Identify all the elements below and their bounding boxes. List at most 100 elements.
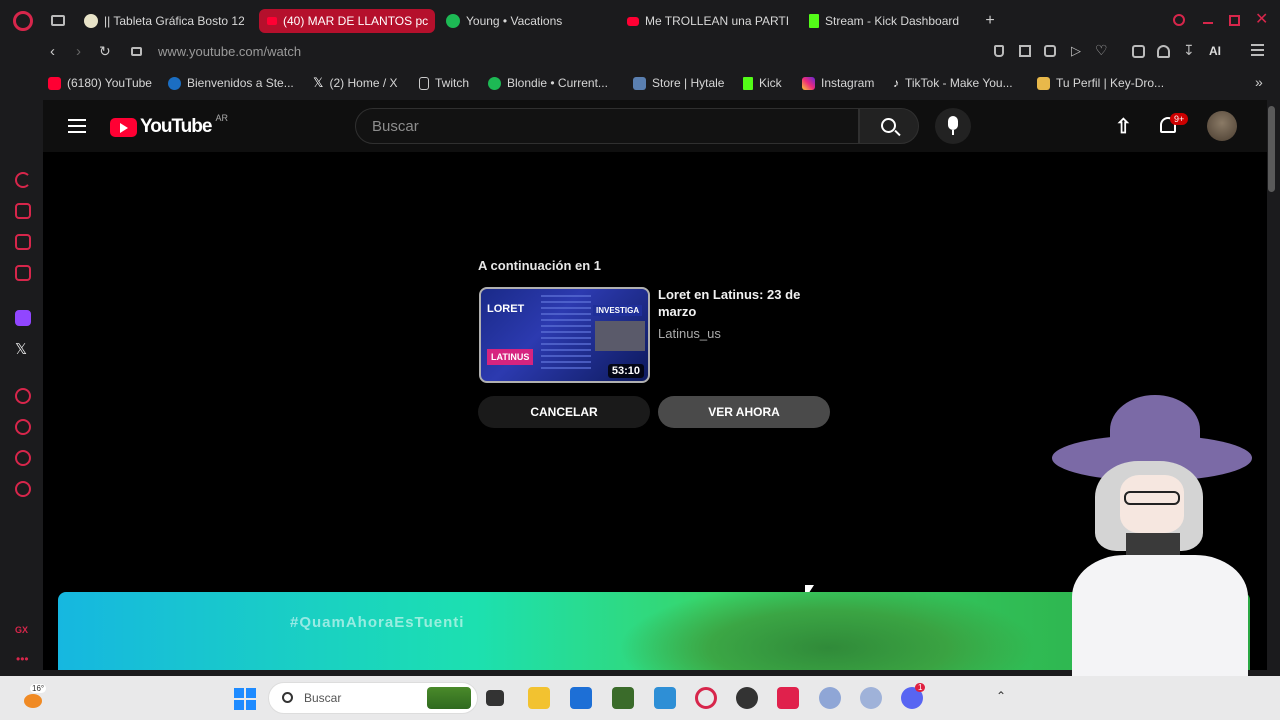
- messenger-icon[interactable]: [15, 265, 31, 281]
- windows-start-icon[interactable]: [234, 688, 256, 710]
- bookmark-steam[interactable]: Bienvenidos a Ste...: [168, 70, 294, 96]
- tab-kick[interactable]: Stream - Kick Dashboard: [809, 9, 969, 33]
- adblock-icon[interactable]: [1044, 45, 1056, 57]
- glasses-icon: [1124, 491, 1180, 505]
- hamburger-menu-icon[interactable]: [68, 119, 86, 121]
- extensions-sidebar-icon[interactable]: [15, 450, 31, 466]
- url-field[interactable]: www.youtube.com/watch: [158, 44, 301, 59]
- bookmark-tiktok[interactable]: ♪ TikTok - Make You...: [893, 70, 1013, 96]
- bookmark-hytale[interactable]: Store | Hytale: [633, 70, 724, 96]
- up-next-video-title[interactable]: Loret en Latinus: 23 de marzo: [658, 286, 808, 320]
- app-icon-2[interactable]: [860, 687, 882, 709]
- search-tabs-icon[interactable]: [1173, 14, 1185, 26]
- tab-youtube-active[interactable]: (40) MAR DE LLANTOS pc: [259, 9, 435, 33]
- minimize-icon[interactable]: [1203, 22, 1213, 24]
- tab-list-icon[interactable]: [51, 15, 65, 26]
- more-bookmarks-icon[interactable]: »: [1255, 74, 1263, 90]
- avatar[interactable]: [1207, 111, 1237, 141]
- new-tab-button[interactable]: +: [982, 13, 998, 29]
- favorite-heart-icon[interactable]: ♡: [1095, 42, 1108, 59]
- search-button[interactable]: [859, 108, 919, 144]
- aria-ai-button[interactable]: AI: [1209, 44, 1221, 58]
- taskbar-search-input[interactable]: Buscar: [268, 682, 478, 714]
- tray-expand-icon[interactable]: ⌃: [996, 689, 1006, 703]
- account-icon[interactable]: [1157, 45, 1170, 58]
- tab-youtube-2[interactable]: Me TROLLEAN una PARTI: [627, 9, 795, 33]
- player-icon[interactable]: ▷: [1071, 43, 1081, 59]
- task-view-icon[interactable]: [486, 690, 504, 706]
- avatar-body: [1072, 555, 1248, 695]
- up-next-thumbnail[interactable]: LORET INVESTIGA LATINUS 53:10: [479, 287, 650, 383]
- steam-favicon-icon: [168, 76, 181, 90]
- bookmark-x[interactable]: 𝕏 (2) Home / X: [313, 70, 398, 96]
- opera-gx-taskbar-icon[interactable]: [695, 687, 717, 709]
- tab-label: (40) MAR DE LLANTOS pc: [283, 14, 429, 28]
- history-sidebar-icon[interactable]: [15, 419, 31, 435]
- browser-tab-bar: || Tableta Gráfica Bosto 12 (40) MAR DE …: [0, 0, 1280, 40]
- back-icon[interactable]: ‹: [50, 43, 55, 60]
- extensions-icon[interactable]: [1132, 45, 1145, 58]
- bookmark-twitch[interactable]: Twitch: [419, 70, 469, 96]
- maximize-icon[interactable]: [1229, 15, 1240, 26]
- page-icon: [419, 76, 429, 90]
- bookmark-spotify[interactable]: Blondie • Current...: [488, 70, 608, 96]
- bookmark-label: Instagram: [821, 76, 875, 90]
- tab-spotify[interactable]: Young • Vacations: [446, 9, 616, 33]
- up-next-channel[interactable]: Latinus_us: [658, 326, 721, 341]
- lock-icon: [131, 47, 142, 56]
- twitch-sidebar-icon[interactable]: [15, 310, 31, 326]
- bookmark-instagram[interactable]: Instagram: [802, 70, 874, 96]
- download-icon[interactable]: ↧: [1183, 42, 1195, 59]
- up-next-label: A continuación en 1: [478, 258, 602, 273]
- settings-sidebar-icon[interactable]: [15, 481, 31, 497]
- opera-gx-logo-icon[interactable]: [13, 11, 33, 31]
- photos-icon[interactable]: [654, 687, 676, 709]
- tiktok-favicon-icon: ♪: [893, 76, 899, 90]
- app-icon-1[interactable]: [819, 687, 841, 709]
- witch-hat-crown: [1110, 395, 1200, 465]
- forward-icon[interactable]: ›: [76, 43, 81, 60]
- bookmark-kick[interactable]: Kick: [743, 70, 782, 96]
- minecraft-icon[interactable]: [612, 687, 634, 709]
- watch-now-button[interactable]: VER AHORA: [658, 396, 830, 428]
- tiktok-taskbar-icon[interactable]: [777, 687, 799, 709]
- menu-icon[interactable]: [1251, 44, 1264, 46]
- bookmarks-bar: (6180) YouTube Bienvenidos a Ste... 𝕏 (2…: [0, 70, 1280, 96]
- snapshot-icon[interactable]: [1019, 45, 1031, 57]
- voice-search-button[interactable]: [935, 108, 971, 144]
- kick-favicon-icon: [743, 76, 753, 90]
- bookmark-label: TikTok - Make You...: [905, 76, 1013, 90]
- x-sidebar-icon[interactable]: 𝕏: [15, 340, 27, 358]
- weather-widget[interactable]: 16°: [20, 684, 47, 710]
- tab-label: Stream - Kick Dashboard: [825, 14, 960, 28]
- instagram-favicon-icon: [802, 76, 815, 90]
- obs-icon[interactable]: [736, 687, 758, 709]
- pin-icon[interactable]: [994, 45, 1004, 57]
- reload-icon[interactable]: ↻: [99, 43, 111, 60]
- bookmark-label: Twitch: [435, 76, 470, 90]
- tab-tableta[interactable]: || Tableta Gráfica Bosto 12: [84, 9, 244, 33]
- player-sidebar-icon[interactable]: [15, 388, 31, 404]
- speed-dial-icon[interactable]: [15, 172, 31, 188]
- upload-icon[interactable]: ⇧: [1115, 114, 1132, 139]
- close-window-icon[interactable]: ✕: [1255, 11, 1268, 29]
- banner-face-image: [618, 592, 1038, 670]
- bookmark-label: Kick: [759, 76, 782, 90]
- banner-hashtag: #QuamAhoraEsTuenti: [290, 614, 465, 631]
- page-scrollbar[interactable]: [1268, 106, 1275, 192]
- weather-sun-icon: [24, 694, 42, 708]
- search-input[interactable]: Buscar: [355, 108, 859, 144]
- youtube-logo[interactable]: YouTube AR: [110, 113, 228, 138]
- bookmark-youtube[interactable]: (6180) YouTube: [48, 70, 152, 96]
- tab-label: || Tableta Gráfica Bosto 12: [104, 14, 244, 28]
- notification-badge: 9+: [1170, 113, 1189, 125]
- bookmark-keydrop[interactable]: Tu Perfil | Key-Dro...: [1037, 70, 1164, 96]
- more-sidebar-icon[interactable]: •••: [16, 652, 29, 666]
- gx-control-icon[interactable]: [15, 234, 31, 250]
- cancel-button[interactable]: CANCELAR: [478, 396, 650, 428]
- thumb-tag: INVESTIGA: [593, 305, 643, 316]
- file-explorer-icon[interactable]: [528, 687, 550, 709]
- store-icon[interactable]: [570, 687, 592, 709]
- microphone-icon: [948, 116, 958, 130]
- gx-corner-icon[interactable]: [15, 203, 31, 219]
